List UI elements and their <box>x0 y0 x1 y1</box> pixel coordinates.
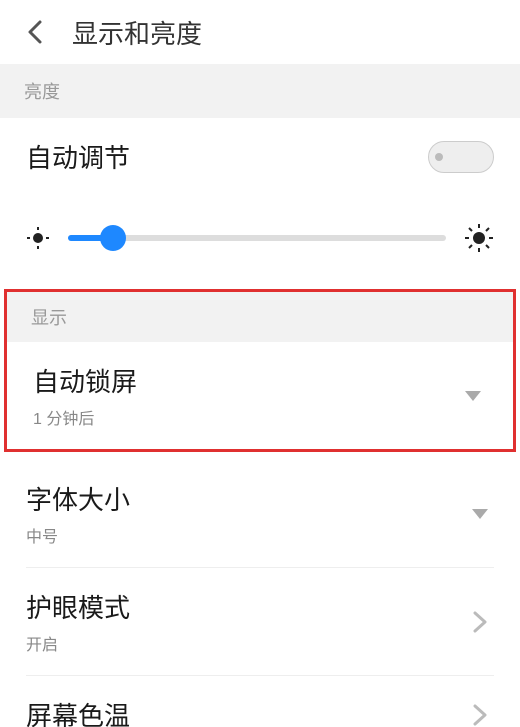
slider-thumb[interactable] <box>100 225 126 251</box>
highlight-box: 显示 自动锁屏 1 分钟后 <box>4 289 516 452</box>
row-eye-mode[interactable]: 护眼模式 开启 <box>0 568 520 675</box>
header-bar: 显示和亮度 <box>0 0 520 64</box>
auto-lock-value: 1 分钟后 <box>33 405 137 429</box>
chevron-right-icon <box>466 608 494 636</box>
row-auto-lock[interactable]: 自动锁屏 1 分钟后 <box>7 342 513 449</box>
toggle-knob <box>435 153 443 161</box>
dropdown-icon <box>466 500 494 528</box>
auto-adjust-toggle[interactable] <box>428 141 494 173</box>
row-auto-adjust[interactable]: 自动调节 <box>0 118 520 195</box>
color-temp-label: 屏幕色温 <box>26 696 130 727</box>
row-font-size[interactable]: 字体大小 中号 <box>0 452 520 567</box>
brightness-slider-row <box>0 195 520 289</box>
back-icon[interactable] <box>16 12 56 52</box>
eye-mode-value: 开启 <box>26 631 130 655</box>
row-color-temp[interactable]: 屏幕色温 <box>0 676 520 727</box>
brightness-slider[interactable] <box>68 226 446 250</box>
sun-high-icon <box>464 223 494 253</box>
sun-low-icon <box>26 226 50 250</box>
dropdown-icon <box>459 382 487 410</box>
section-brightness-label: 亮度 <box>0 64 520 118</box>
auto-adjust-label: 自动调节 <box>26 138 130 175</box>
chevron-right-icon <box>466 701 494 727</box>
font-size-value: 中号 <box>26 523 130 547</box>
font-size-label: 字体大小 <box>26 480 130 517</box>
section-display-label: 显示 <box>7 292 513 342</box>
page-title: 显示和亮度 <box>72 14 202 51</box>
auto-lock-label: 自动锁屏 <box>33 362 137 399</box>
eye-mode-label: 护眼模式 <box>26 588 130 625</box>
